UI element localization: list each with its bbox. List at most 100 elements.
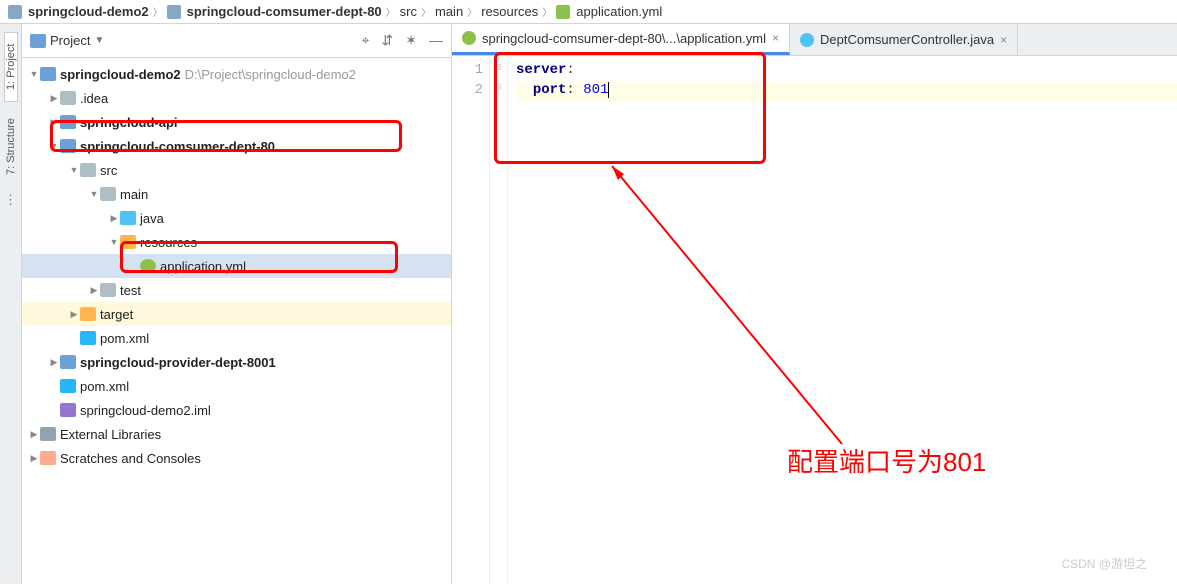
bc-item[interactable]: main [435, 4, 463, 19]
hide-icon[interactable]: — [429, 32, 443, 49]
line-gutter: 1 2 [452, 56, 490, 584]
bc-item[interactable]: src [400, 4, 417, 19]
locate-icon[interactable]: ⌖ [362, 32, 370, 49]
chevron-down-icon: ▼ [94, 35, 104, 46]
dots-icon[interactable]: ⋮ [4, 192, 17, 208]
tree-label: main [120, 187, 148, 202]
tree-item-main[interactable]: ▼ main [22, 182, 451, 206]
tree-item-java[interactable]: ▶ java [22, 206, 451, 230]
project-header: Project ▼ ⌖ ⇵ ✶ — [22, 24, 451, 58]
chevron-right-icon: 〉 [542, 4, 552, 19]
line-number: 1 [452, 62, 483, 82]
tree-item-src[interactable]: ▼ src [22, 158, 451, 182]
tab-label: springcloud-comsumer-dept-80\...\applica… [482, 31, 766, 46]
tree-item-consumer[interactable]: ▼ springcloud-comsumer-dept-80 [22, 134, 451, 158]
chevron-right-icon: 〉 [386, 4, 396, 19]
scratch-icon [40, 451, 56, 465]
folder-icon [100, 283, 116, 297]
maven-icon [80, 331, 96, 345]
collapse-icon[interactable]: ⇵ [382, 32, 394, 49]
project-title-dropdown[interactable]: Project ▼ [30, 33, 104, 48]
tree-label: pom.xml [100, 331, 149, 346]
tree-item-root[interactable]: ▼ springcloud-demo2 D:\Project\springclo… [22, 62, 451, 86]
tree-label: springcloud-demo2 [60, 67, 181, 82]
tree-label: src [100, 163, 117, 178]
java-class-icon [800, 33, 814, 47]
bc-item[interactable]: application.yml [576, 4, 662, 19]
editor-area: springcloud-comsumer-dept-80\...\applica… [452, 24, 1177, 584]
tree-label: Scratches and Consoles [60, 451, 201, 466]
tree-item-test[interactable]: ▶ test [22, 278, 451, 302]
source-folder-icon [120, 211, 136, 225]
tree-label: springcloud-comsumer-dept-80 [80, 139, 275, 154]
tree-label: pom.xml [80, 379, 129, 394]
yml-icon [556, 5, 570, 19]
side-tab-structure[interactable]: 7: Structure [5, 112, 17, 182]
side-tab-project[interactable]: 1: Project [4, 32, 18, 102]
tree-label: .idea [80, 91, 108, 106]
tree-item-api[interactable]: ▶ springcloud-api [22, 110, 451, 134]
bc-item[interactable]: springcloud-comsumer-dept-80 [187, 4, 382, 19]
excluded-folder-icon [80, 307, 96, 321]
maven-icon [60, 379, 76, 393]
settings-icon[interactable]: ✶ [405, 32, 417, 49]
chevron-down-icon[interactable]: ▼ [68, 165, 80, 175]
module-icon [40, 67, 56, 81]
tree-label: External Libraries [60, 427, 161, 442]
tab-label: DeptComsumerController.java [820, 32, 994, 47]
chevron-right-icon[interactable]: ▶ [48, 93, 60, 104]
chevron-right-icon: 〉 [153, 4, 163, 19]
tree-item-pom[interactable]: pom.xml [22, 326, 451, 350]
watermark: CSDN @游坦之 [1061, 555, 1147, 572]
code-content[interactable]: server: port: 801 [508, 56, 1177, 584]
module-icon [60, 355, 76, 369]
chevron-right-icon[interactable]: ▶ [48, 357, 60, 368]
fold-icon[interactable]: ⊟ [490, 82, 507, 102]
tree-item-target[interactable]: ▶ target [22, 302, 451, 326]
tree-item-pom2[interactable]: pom.xml [22, 374, 451, 398]
chevron-right-icon[interactable]: ▶ [68, 309, 80, 320]
tree-label: springcloud-provider-dept-8001 [80, 355, 276, 370]
line-number: 2 [452, 82, 483, 102]
side-tool-tabs: 1: Project 7: Structure ⋮ [0, 24, 22, 584]
fold-icon[interactable]: ⊟ [490, 62, 507, 82]
chevron-right-icon[interactable]: ▶ [108, 213, 120, 224]
tree-label: springcloud-demo2.iml [80, 403, 211, 418]
tree-item-idea[interactable]: ▶ .idea [22, 86, 451, 110]
chevron-down-icon[interactable]: ▼ [88, 189, 100, 199]
tree-item-application-yml[interactable]: application.yml [22, 254, 451, 278]
close-icon[interactable]: × [772, 31, 779, 45]
library-icon [40, 427, 56, 441]
yml-icon [462, 31, 476, 45]
tree-label: application.yml [160, 259, 246, 274]
tree-item-provider[interactable]: ▶ springcloud-provider-dept-8001 [22, 350, 451, 374]
chevron-down-icon[interactable]: ▼ [108, 237, 120, 247]
chevron-down-icon[interactable]: ▼ [48, 141, 60, 151]
code-editor[interactable]: 1 2 ⊟ ⊟ server: port: 801 [452, 56, 1177, 584]
resources-folder-icon [120, 235, 136, 249]
module-icon [60, 139, 76, 153]
bc-item[interactable]: resources [481, 4, 538, 19]
tree-item-external-libs[interactable]: ▶ External Libraries [22, 422, 451, 446]
yaml-key: server [516, 62, 566, 78]
annotation-text: 配置端口号为801 [787, 442, 986, 479]
bc-item[interactable]: springcloud-demo2 [28, 4, 149, 19]
close-icon[interactable]: × [1000, 33, 1007, 47]
chevron-right-icon[interactable]: ▶ [28, 429, 40, 440]
chevron-right-icon[interactable]: ▶ [28, 453, 40, 464]
project-icon [30, 34, 46, 48]
folder-icon [80, 163, 96, 177]
tree-label: target [100, 307, 133, 322]
text-caret [608, 82, 609, 98]
tab-application-yml[interactable]: springcloud-comsumer-dept-80\...\applica… [452, 24, 790, 55]
tree-item-scratches[interactable]: ▶ Scratches and Consoles [22, 446, 451, 470]
tree-label: springcloud-api [80, 115, 178, 130]
chevron-right-icon: 〉 [467, 4, 477, 19]
module-icon [60, 115, 76, 129]
tab-deptcomsumercontroller[interactable]: DeptComsumerController.java × [790, 24, 1018, 55]
chevron-right-icon[interactable]: ▶ [48, 117, 60, 128]
chevron-right-icon[interactable]: ▶ [88, 285, 100, 296]
tree-item-resources[interactable]: ▼ resources [22, 230, 451, 254]
chevron-down-icon[interactable]: ▼ [28, 69, 40, 79]
tree-item-iml[interactable]: springcloud-demo2.iml [22, 398, 451, 422]
